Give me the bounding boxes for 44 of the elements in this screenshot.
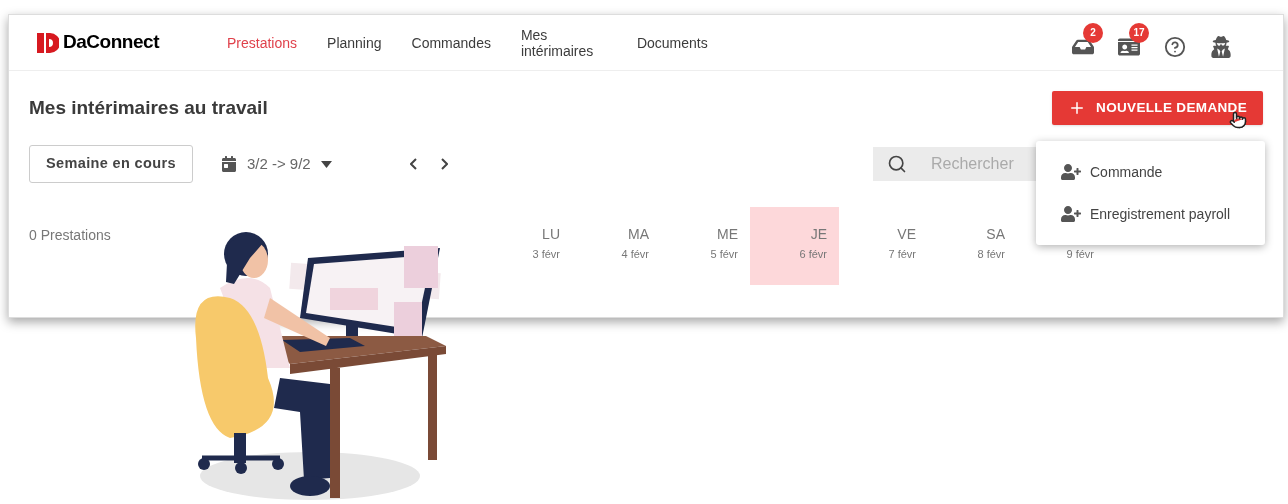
logo-icon: [37, 32, 59, 53]
week-button[interactable]: Semaine en cours: [29, 145, 193, 183]
nav-link[interactable]: Prestations: [227, 34, 298, 51]
nav-link[interactable]: Documents: [636, 34, 708, 51]
date-range-dropdown[interactable]: 3/2 -> 9/2: [220, 152, 332, 176]
help-icon: [1164, 35, 1186, 58]
nav-link[interactable]: Mes intérimaires: [520, 26, 607, 59]
day-label: JE: [810, 225, 827, 243]
calendar-icon: [220, 156, 237, 172]
user-icon: [1210, 35, 1232, 58]
day-label: LU: [542, 225, 560, 243]
nav-link[interactable]: Planning: [327, 34, 382, 51]
menu-item[interactable]: Commande: [1036, 151, 1265, 193]
previous-week-button[interactable]: [409, 158, 417, 170]
day-column-header[interactable]: JE 6 févr: [750, 207, 839, 285]
brand-name: DaConnect: [63, 30, 159, 55]
next-week-button[interactable]: [440, 158, 448, 170]
day-date: 9 févr: [1066, 247, 1094, 262]
day-label: MA: [628, 225, 649, 243]
day-label: SA: [986, 225, 1005, 243]
id-card-icon: [1118, 35, 1140, 58]
hand-cursor-icon: [1229, 111, 1247, 129]
nav-link[interactable]: Commandes: [411, 34, 491, 51]
day-date: 7 févr: [888, 247, 916, 262]
day-date: 6 févr: [799, 247, 827, 262]
header-icon-button[interactable]: 2: [1063, 22, 1103, 63]
day-date: 5 févr: [710, 247, 738, 262]
day-date: 8 févr: [977, 247, 1005, 262]
notification-badge: 17: [1129, 22, 1149, 43]
day-date: 4 févr: [621, 247, 649, 262]
caret-icon: [320, 160, 332, 168]
chevron-left-icon: [409, 158, 417, 170]
day-date: 3 févr: [532, 247, 560, 262]
new-request-button[interactable]: NOUVELLE DEMANDE: [1052, 91, 1263, 125]
add-user-icon: [1060, 206, 1082, 222]
page-title: Mes intérimaires au travail: [29, 95, 268, 120]
header-icon-button[interactable]: 17: [1109, 22, 1149, 63]
notification-badge: 2: [1083, 22, 1103, 43]
day-label: ME: [717, 225, 738, 243]
day-label: VE: [897, 225, 916, 243]
prestations-count: 0 Prestations: [29, 226, 112, 245]
search-icon: [887, 154, 907, 174]
chevron-right-icon: [440, 158, 448, 170]
add-user-icon: [1060, 164, 1082, 180]
